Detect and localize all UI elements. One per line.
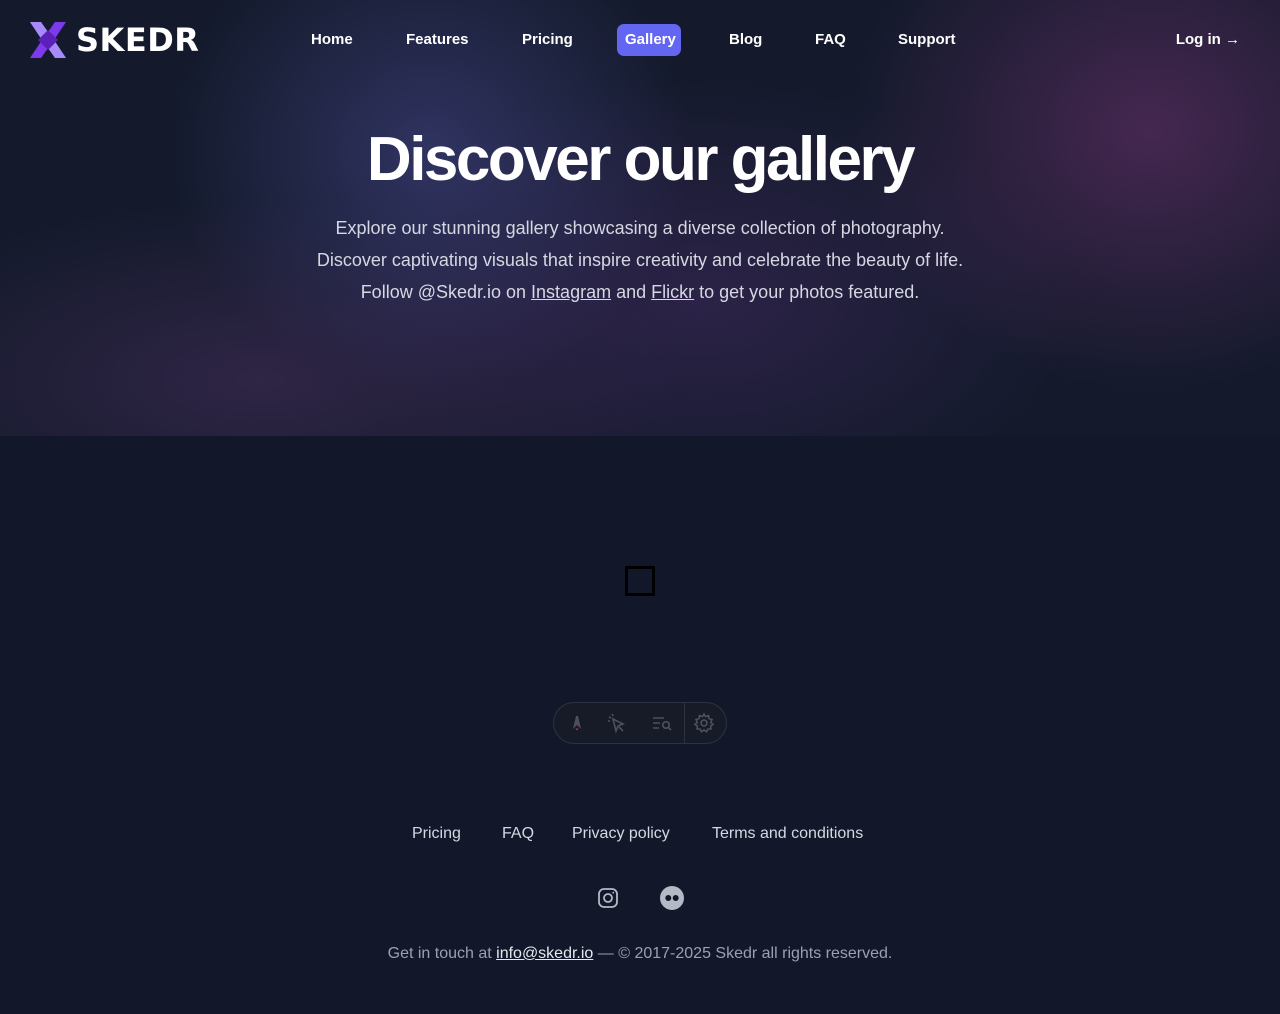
hero-line-3-suffix: to get your photos featured. <box>694 282 920 302</box>
copyright-text: — © 2017-2025 Skedr all rights reserved. <box>593 945 893 962</box>
hero-line-3: Follow @Skedr.io on Instagram and Flickr… <box>0 276 1280 308</box>
astro-icon[interactable] <box>566 712 588 734</box>
login-link[interactable]: Log in → <box>1176 24 1240 56</box>
nav-faq[interactable]: FAQ <box>807 24 851 56</box>
top-navigation: SKEDR Home Features Pricing Gallery Blog… <box>0 0 1280 82</box>
footer-privacy-link[interactable]: Privacy policy <box>572 822 670 846</box>
hero-line-2: Discover captivating visuals that inspir… <box>316 250 964 270</box>
cursor-inspect-icon[interactable] <box>606 712 628 734</box>
footer-faq-link[interactable]: FAQ <box>502 822 534 846</box>
footer-links: Pricing FAQ Privacy policy Terms and con… <box>0 822 1280 846</box>
footer-terms-link[interactable]: Terms and conditions <box>712 822 863 846</box>
nav-links: Home Features Pricing Gallery Blog FAQ S… <box>0 24 1280 56</box>
footer-pricing-link[interactable]: Pricing <box>412 822 461 846</box>
loading-indicator <box>625 566 655 596</box>
hero-line-3-prefix: Follow @Skedr.io on <box>360 282 532 302</box>
hero-section: SKEDR Home Features Pricing Gallery Blog… <box>0 0 1280 436</box>
footer-copyright: Get in touch at info@skedr.io — © 2017-2… <box>0 943 1280 965</box>
nav-pricing[interactable]: Pricing <box>514 24 577 56</box>
page-title: Discover our gallery <box>366 125 916 194</box>
nav-blog[interactable]: Blog <box>721 24 767 56</box>
nav-features[interactable]: Features <box>398 24 474 56</box>
instagram-link[interactable]: Instagram <box>531 282 611 302</box>
settings-gear-icon[interactable] <box>693 712 715 734</box>
instagram-icon[interactable] <box>596 886 620 910</box>
flickr-icon[interactable] <box>660 886 684 910</box>
hero-description: Explore our stunning gallery showcasing … <box>0 212 1280 308</box>
nav-support[interactable]: Support <box>890 24 962 56</box>
nav-gallery[interactable]: Gallery <box>617 24 681 56</box>
flickr-link[interactable]: Flickr <box>651 282 694 302</box>
hero-line-1: Explore our stunning gallery showcasing … <box>335 218 945 238</box>
dev-toolbar <box>553 702 727 744</box>
hero-line-3-mid: and <box>611 282 652 302</box>
contact-email-link[interactable]: info@skedr.io <box>496 945 593 962</box>
nav-home[interactable]: Home <box>303 24 359 56</box>
contact-prefix: Get in touch at <box>387 945 497 962</box>
toolbar-divider <box>684 703 685 743</box>
search-list-icon[interactable] <box>651 712 673 734</box>
